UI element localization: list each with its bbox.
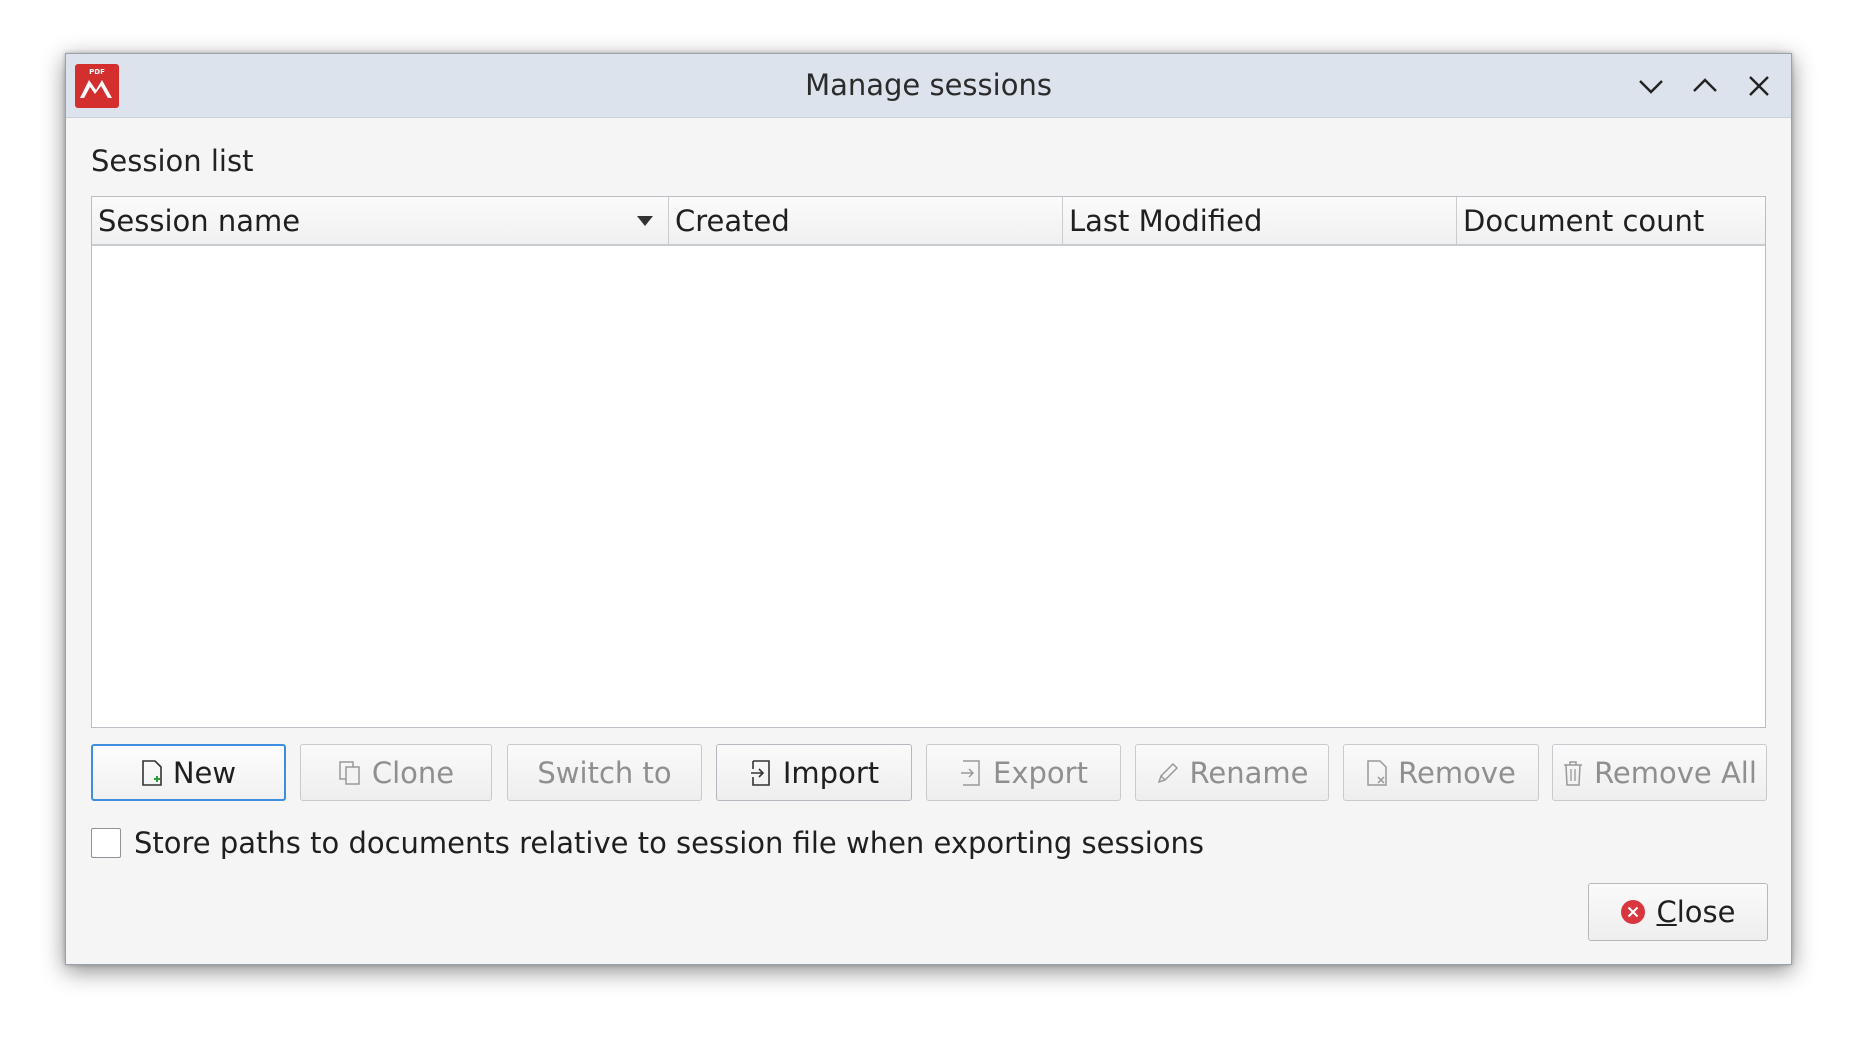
- chevron-up-icon[interactable]: [1687, 68, 1723, 104]
- remove-document-icon: [1367, 759, 1387, 786]
- new-button[interactable]: New: [91, 744, 286, 801]
- rename-button[interactable]: Rename: [1135, 744, 1329, 801]
- chevron-down-icon[interactable]: [1633, 68, 1669, 104]
- column-header-document-count[interactable]: Document count: [1457, 197, 1767, 244]
- close-button-label: Close: [1656, 895, 1736, 929]
- window-title: Manage sessions: [805, 68, 1052, 102]
- remove-button[interactable]: Remove: [1343, 744, 1539, 801]
- import-icon: [750, 759, 770, 786]
- import-button-label: Import: [782, 755, 880, 790]
- clone-icon: [339, 760, 360, 785]
- title-bar: PDF Manage sessions: [66, 54, 1791, 118]
- column-header-session-name[interactable]: Session name: [92, 197, 669, 244]
- column-header-last-modified[interactable]: Last Modified: [1063, 197, 1457, 244]
- remove-all-button[interactable]: Remove All: [1552, 744, 1767, 801]
- pencil-icon: [1157, 762, 1178, 783]
- close-circle-icon: [1621, 900, 1646, 924]
- new-button-label: New: [172, 755, 237, 790]
- column-header-created[interactable]: Created: [669, 197, 1063, 244]
- switch-to-button-label: Switch to: [537, 755, 672, 790]
- manage-sessions-dialog: PDF Manage sessions Session list Session…: [65, 53, 1792, 965]
- remove-button-label: Remove: [1398, 755, 1516, 790]
- remove-all-button-label: Remove All: [1594, 755, 1757, 790]
- clone-button[interactable]: Clone: [300, 744, 492, 801]
- session-table[interactable]: Session name Created Last Modified Docum…: [91, 196, 1766, 728]
- session-list-label: Session list: [91, 144, 254, 178]
- relative-paths-option[interactable]: Store paths to documents relative to ses…: [91, 826, 1204, 860]
- import-button[interactable]: Import: [716, 744, 912, 801]
- sort-descending-icon: [637, 216, 653, 226]
- relative-paths-checkbox[interactable]: [91, 828, 121, 858]
- relative-paths-label[interactable]: Store paths to documents relative to ses…: [134, 826, 1204, 860]
- switch-to-button[interactable]: Switch to: [507, 744, 702, 801]
- table-header: Session name Created Last Modified Docum…: [92, 197, 1765, 246]
- new-document-icon: [142, 759, 162, 786]
- export-button[interactable]: Export: [926, 744, 1121, 801]
- export-icon: [961, 759, 980, 786]
- close-icon[interactable]: [1741, 68, 1777, 104]
- trash-icon: [1564, 760, 1583, 786]
- rename-button-label: Rename: [1189, 755, 1309, 790]
- clone-button-label: Clone: [371, 755, 455, 790]
- close-button[interactable]: Close: [1588, 883, 1768, 941]
- export-button-label: Export: [993, 755, 1088, 790]
